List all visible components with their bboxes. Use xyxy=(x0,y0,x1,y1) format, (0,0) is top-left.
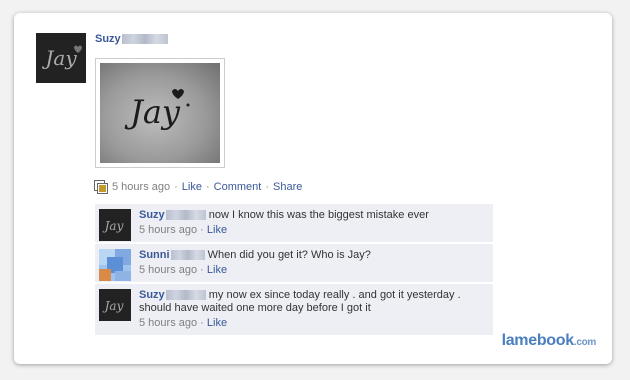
commenter-avatar[interactable] xyxy=(99,249,131,281)
comment-list: Jay Suzy now I know this was the biggest… xyxy=(95,204,493,337)
feed-story-card: Jay Suzy Jay 5 hours ago · Like · Commen… xyxy=(14,13,612,364)
share-link[interactable]: Share xyxy=(273,181,302,193)
tattoo-avatar-icon: Jay xyxy=(99,209,131,241)
comment-timestamp[interactable]: 5 hours ago xyxy=(139,224,197,236)
svg-text:Jay: Jay xyxy=(124,93,181,131)
commenter-name[interactable]: Sunni xyxy=(139,249,170,261)
comment-timestamp[interactable]: 5 hours ago xyxy=(139,317,197,329)
separator-dot: · xyxy=(265,181,269,193)
tattoo-avatar-icon: Jay xyxy=(36,33,86,83)
post-photo[interactable]: Jay xyxy=(100,63,220,163)
comment-like-link[interactable]: Like xyxy=(207,264,227,276)
comment-item: Sunni When did you get it? Who is Jay? 5… xyxy=(95,244,493,282)
comment-timestamp[interactable]: 5 hours ago xyxy=(139,264,197,276)
post-author-name[interactable]: Suzy xyxy=(95,33,121,45)
author-avatar[interactable]: Jay xyxy=(36,33,86,83)
redacted-surname xyxy=(165,210,206,221)
separator-dot: · xyxy=(200,264,204,276)
jay-tattoo-image: Jay xyxy=(124,89,190,131)
redacted-surname xyxy=(165,290,206,301)
watermark-brand: lamebook xyxy=(501,332,575,349)
post-photo-frame[interactable]: Jay xyxy=(95,58,225,168)
comment-item: Jay Suzy my now ex since today really . … xyxy=(95,284,493,335)
lamebook-watermark: lamebook.com xyxy=(501,332,597,350)
svg-text:Jay: Jay xyxy=(102,299,124,313)
photo-album-icon xyxy=(94,180,108,194)
separator-dot: · xyxy=(174,181,178,193)
watermark-suffix: .com xyxy=(573,337,596,348)
redacted-surname xyxy=(121,34,168,45)
separator-dot: · xyxy=(205,181,210,193)
commenter-name[interactable]: Suzy xyxy=(139,209,165,221)
redacted-surname xyxy=(170,250,205,261)
post-author[interactable]: Suzy xyxy=(95,33,168,45)
comment-like-link[interactable]: Like xyxy=(207,317,227,329)
comment-text: now I know this was the biggest mistake … xyxy=(208,209,429,221)
separator-dot: · xyxy=(200,224,204,236)
comment-like-link[interactable]: Like xyxy=(207,224,227,236)
like-link[interactable]: Like xyxy=(182,181,202,193)
comment-link[interactable]: Comment xyxy=(214,181,262,193)
comment-text: When did you get it? Who is Jay? xyxy=(207,249,371,261)
post-actions-bar: 5 hours ago · Like · Comment · Share xyxy=(94,179,302,195)
svg-text:Jay: Jay xyxy=(102,219,124,233)
tattoo-avatar-icon: Jay xyxy=(99,289,131,321)
commenter-avatar[interactable]: Jay xyxy=(99,289,131,321)
svg-text:Jay: Jay xyxy=(41,46,77,70)
post-timestamp[interactable]: 5 hours ago xyxy=(112,181,170,193)
comment-item: Jay Suzy now I know this was the biggest… xyxy=(95,204,493,242)
commenter-avatar[interactable]: Jay xyxy=(99,209,131,241)
commenter-name[interactable]: Suzy xyxy=(139,289,165,301)
pixelated-avatar-icon xyxy=(99,249,131,281)
separator-dot: · xyxy=(200,317,204,329)
